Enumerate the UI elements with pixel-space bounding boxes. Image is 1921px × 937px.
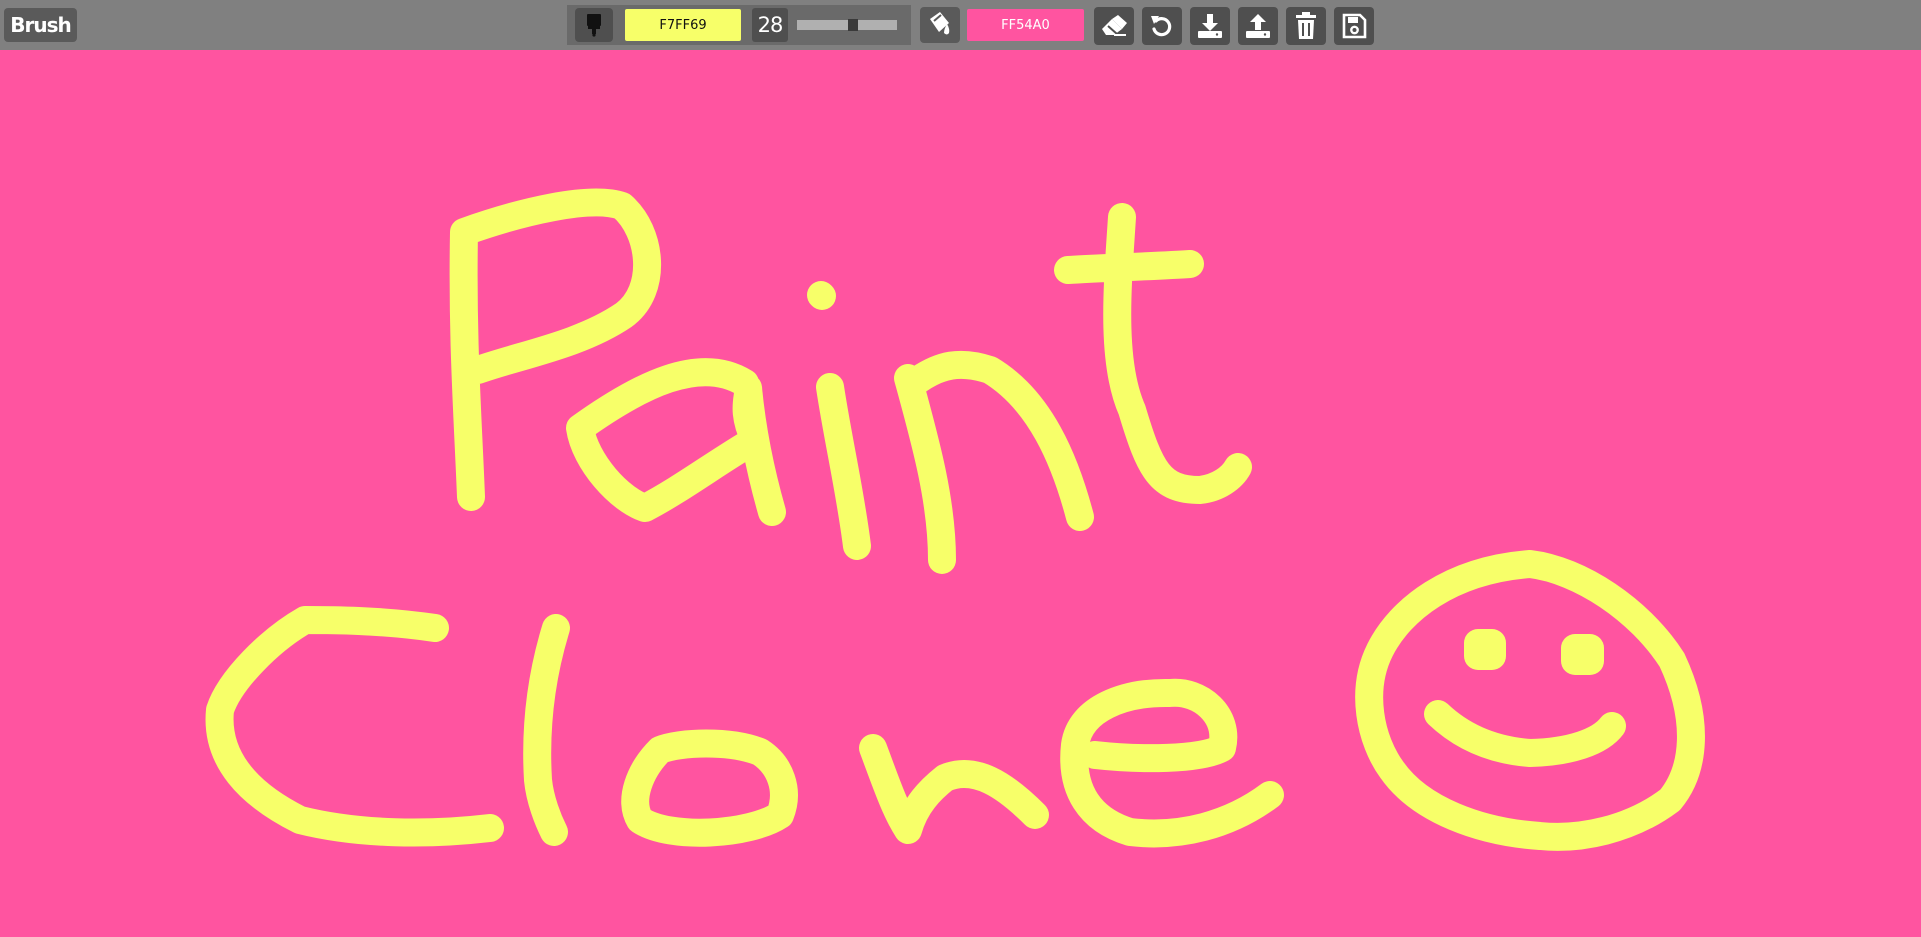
brush-button[interactable]	[575, 8, 613, 42]
stroke-letter-c	[205, 606, 504, 847]
save-button[interactable]	[1334, 7, 1374, 45]
canvas-drawing	[205, 188, 1705, 851]
brush-size-slider[interactable]	[797, 19, 897, 31]
trash-icon	[1296, 12, 1316, 39]
stroke-smiley-outline	[1355, 550, 1705, 851]
stroke-smiley-left-eye	[1464, 629, 1506, 670]
bucket-button[interactable]	[920, 7, 960, 43]
stroke-letter-e	[1060, 678, 1284, 848]
drawing-smiley-face	[1355, 550, 1705, 851]
eraser-icon	[1102, 15, 1127, 36]
save-icon	[1342, 13, 1367, 39]
stroke-smiley-mouth	[1424, 700, 1626, 767]
drawing-canvas[interactable]	[0, 50, 1921, 937]
download-icon	[1198, 14, 1222, 38]
tool-mode-label: Brush	[4, 8, 77, 42]
bucket-color-picker[interactable]: FF54A0	[967, 9, 1084, 41]
stroke-letter-p	[449, 188, 661, 511]
stroke-letter-i	[816, 373, 871, 560]
drawing-text-clone	[205, 606, 1284, 848]
toolbar: Brush F7FF69 28 FF54A0	[0, 0, 1921, 50]
upload-button[interactable]	[1238, 7, 1278, 45]
stroke-letter-n	[894, 350, 1094, 574]
brush-size-value: 28	[752, 8, 788, 42]
stroke-letter-i-dot	[807, 281, 836, 310]
eraser-button[interactable]	[1094, 7, 1134, 45]
brush-controls: F7FF69 28	[567, 5, 911, 45]
undo-button[interactable]	[1142, 7, 1182, 45]
upload-icon	[1246, 14, 1270, 38]
paintbrush-icon	[587, 14, 601, 37]
stroke-smiley-right-eye	[1561, 634, 1604, 675]
download-button[interactable]	[1190, 7, 1230, 45]
undo-icon	[1151, 16, 1172, 37]
brush-color-picker[interactable]: F7FF69	[625, 9, 741, 41]
clear-canvas-button[interactable]	[1286, 7, 1326, 45]
stroke-letter-l	[523, 614, 570, 846]
stroke-letter-n-2	[859, 734, 1049, 844]
stroke-letter-a	[566, 358, 786, 526]
paint-bucket-icon	[930, 12, 950, 35]
brush-size-slider-thumb[interactable]	[848, 19, 858, 31]
stroke-letter-o	[621, 729, 798, 847]
drawing-text-paint	[449, 188, 1252, 574]
stroke-letter-t	[1054, 203, 1252, 504]
